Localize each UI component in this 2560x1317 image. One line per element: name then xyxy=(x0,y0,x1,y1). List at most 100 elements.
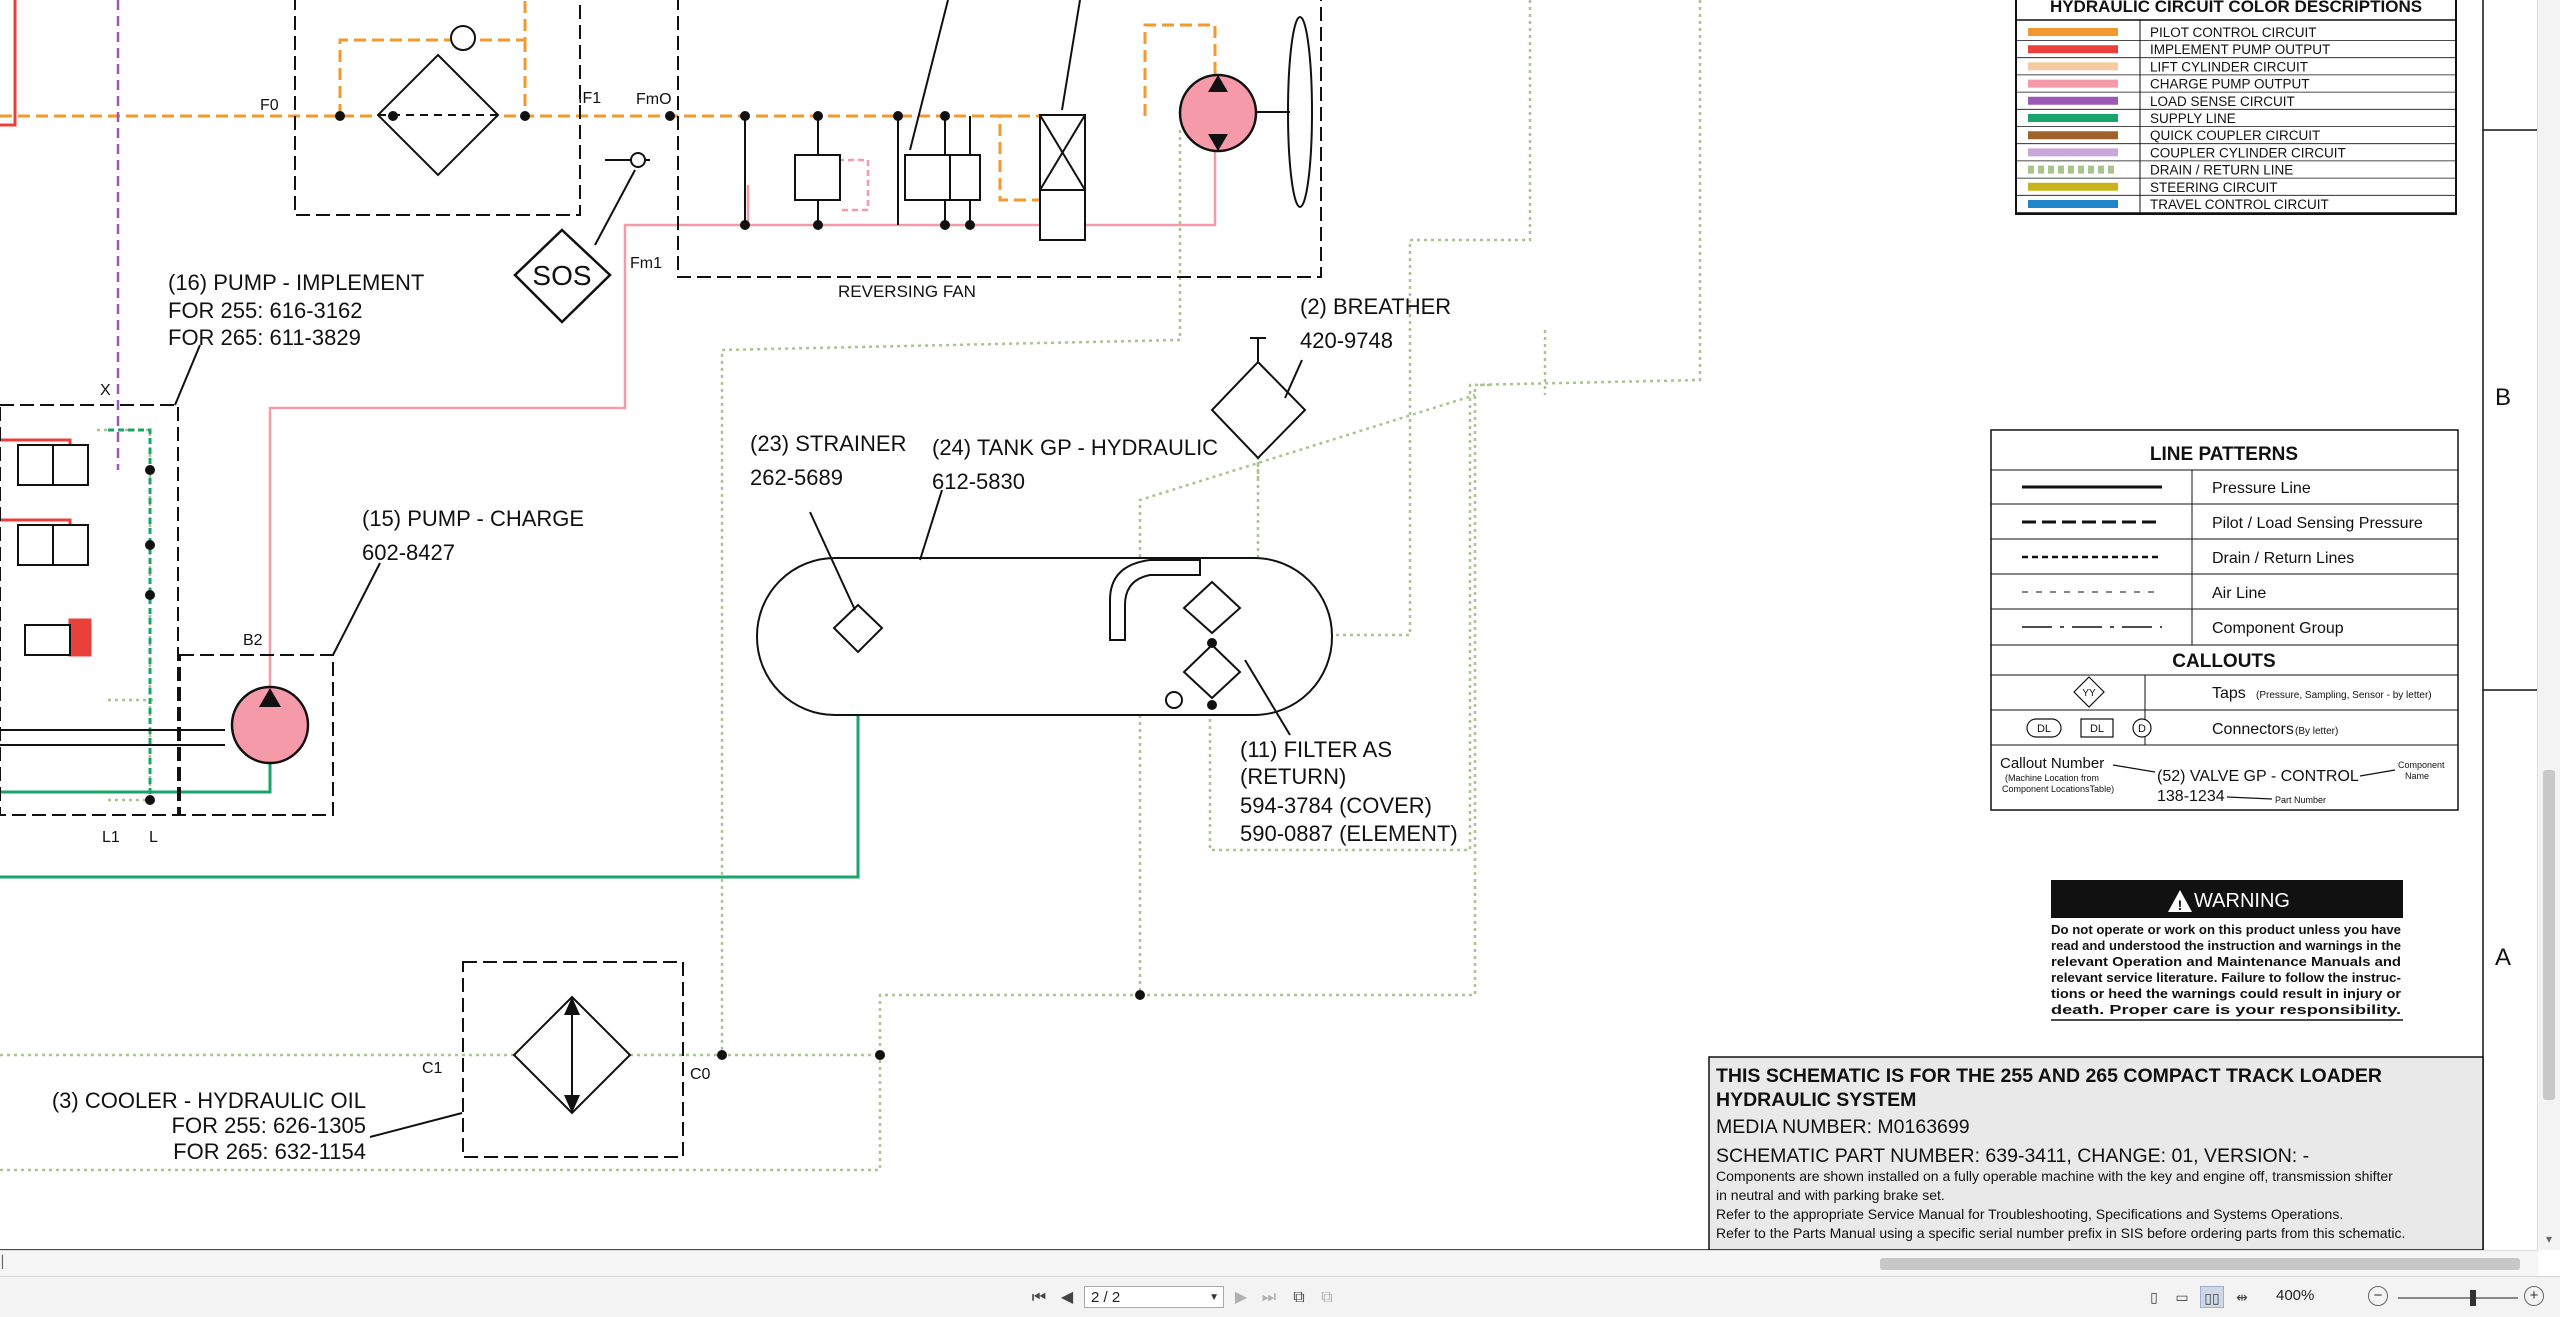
schematic-canvas[interactable]: SOS F0 IF1 FmO Fm1 X B2 L1 L C1 C0 REVER… xyxy=(0,0,2560,1276)
color-legend: HYDRAULIC CIRCUIT COLOR DESCRIPTIONS PIL… xyxy=(2015,0,2457,215)
status-toolbar: ⏮ ◀ 2 / 2 ▼ ▶ ⏭ ⧉ ⧉ ▯ ▭ ▯▯ ⇹ 400% − + xyxy=(0,1276,2560,1317)
vertical-scrollbar[interactable]: ▾ xyxy=(2537,0,2560,1250)
warning-line: relevant service literature. Failure to … xyxy=(2051,971,2401,985)
warning-line: death. Proper care is your responsibilit… xyxy=(2051,1003,2401,1017)
strainer-part: 262-5689 xyxy=(750,465,843,490)
fan-motor xyxy=(1178,16,1313,208)
callout-number-label: Callout Number xyxy=(2000,755,2104,772)
vertical-scroll-thumb[interactable] xyxy=(2543,770,2555,1100)
next-page-icon[interactable]: ▶ xyxy=(1230,1287,1252,1309)
legend-title: HYDRAULIC CIRCUIT COLOR DESCRIPTIONS xyxy=(2050,0,2422,16)
pilot-lines xyxy=(0,0,1217,202)
filter-title: (11) FILTER AS xyxy=(1240,737,1392,762)
scroll-down-arrow-icon[interactable]: ▾ xyxy=(2542,1232,2556,1246)
legend-item-label: PILOT CONTROL CIRCUIT xyxy=(2150,25,2317,40)
warning-box: ! WARNING Do not operate or work on this… xyxy=(2051,880,2403,1021)
port-c0: C0 xyxy=(690,1066,711,1083)
line-pattern-label: Drain / Return Lines xyxy=(2212,550,2354,567)
legend-item-label: LOAD SENSE CIRCUIT xyxy=(2150,94,2295,109)
zoom-slider-knob[interactable] xyxy=(2470,1290,2476,1306)
port-b2: B2 xyxy=(243,632,263,649)
title-block: THIS SCHEMATIC IS FOR THE 255 AND 265 CO… xyxy=(1708,1056,2484,1251)
callout-note-1: (Machine Location from xyxy=(2005,773,2099,783)
pump-charge-title: (15) PUMP - CHARGE xyxy=(362,506,584,531)
copy-view-icon[interactable]: ⧉ xyxy=(1288,1287,1310,1309)
page-number-input[interactable]: 2 / 2 ▼ xyxy=(1084,1286,1224,1308)
cooler-line2: FOR 265: 632-1154 xyxy=(173,1139,366,1164)
connector-symbol-1: DL xyxy=(2037,723,2051,735)
port-f0: F0 xyxy=(260,97,279,114)
filter-line3: 590-0887 (ELEMENT) xyxy=(1240,821,1458,846)
horizontal-scroll-thumb[interactable] xyxy=(1880,1258,2520,1270)
legend-item-label: LIFT CYLINDER CIRCUIT xyxy=(2150,59,2308,74)
scroll-left-arrow-icon[interactable]: ▏ xyxy=(2,1255,16,1273)
zoom-out-icon[interactable]: − xyxy=(2368,1286,2388,1306)
sos-label: SOS xyxy=(532,260,591,291)
horizontal-scrollbar[interactable]: ▏ xyxy=(0,1250,2538,1277)
warning-line: relevant Operation and Maintenance Manua… xyxy=(2051,955,2401,969)
hydraulic-schematic: SOS F0 IF1 FmO Fm1 X B2 L1 L C1 C0 REVER… xyxy=(0,0,2538,1276)
title-note: Refer to the appropriate Service Manual … xyxy=(1716,1206,2343,1222)
cooler-title: (3) COOLER - HYDRAULIC OIL xyxy=(52,1088,366,1113)
line-patterns-title: LINE PATTERNS xyxy=(2150,444,2298,465)
zoom-in-icon[interactable]: + xyxy=(2524,1286,2544,1306)
connectors-label: Connectors xyxy=(2212,721,2294,738)
warning-title: WARNING xyxy=(2194,890,2290,912)
paste-view-icon[interactable]: ⧉ xyxy=(1316,1287,1338,1309)
single-page-view-icon[interactable]: ▯ xyxy=(2142,1286,2166,1308)
leader-lines xyxy=(174,344,381,656)
first-page-icon[interactable]: ⏮ xyxy=(1028,1287,1050,1309)
port-c1: C1 xyxy=(422,1060,443,1077)
taps-label: Taps xyxy=(2212,685,2246,702)
line-pattern-label: Air Line xyxy=(2212,585,2266,602)
cooler-line1: FOR 255: 626-1305 xyxy=(172,1113,366,1138)
pump-implement-title: (16) PUMP - IMPLEMENT xyxy=(168,270,424,295)
oil-cooler xyxy=(369,995,632,1138)
legend-item-label: STEERING CIRCUIT xyxy=(2150,180,2278,195)
pump-implement-line1: FOR 255: 616-3162 xyxy=(168,298,362,323)
filter-line1: (RETURN) xyxy=(1240,764,1346,789)
pump-implement-line2: FOR 265: 611-3829 xyxy=(168,325,361,350)
warning-line: Do not operate or work on this product u… xyxy=(2051,923,2401,937)
port-if1: IF1 xyxy=(578,90,601,107)
taps-note: (Pressure, Sampling, Sensor - by letter) xyxy=(2256,690,2432,701)
hydraulic-tank xyxy=(756,489,1333,736)
pump-charge-part: 602-8427 xyxy=(362,540,455,565)
legend-item-label: CHARGE PUMP OUTPUT xyxy=(2150,77,2310,92)
supply-lines xyxy=(0,428,860,879)
title-note: in neutral and with parking brake set. xyxy=(1716,1187,1945,1203)
warning-line: read and understood the instruction and … xyxy=(2051,939,2401,953)
fit-width-icon[interactable]: ⇹ xyxy=(2230,1286,2254,1308)
zoom-slider[interactable] xyxy=(2398,1290,2518,1306)
charge-pump xyxy=(230,685,310,765)
prev-page-icon[interactable]: ◀ xyxy=(1056,1287,1078,1309)
port-l1: L1 xyxy=(102,829,120,846)
line-pattern-label: Component Group xyxy=(2212,620,2344,637)
filter-top xyxy=(376,25,500,177)
title-note: Components are shown installed on a full… xyxy=(1716,1168,2393,1184)
legend-item-label: QUICK COUPLER CIRCUIT xyxy=(2150,128,2320,143)
grid-row-b: B xyxy=(2495,384,2511,411)
legend-item-label: DRAIN / RETURN LINE xyxy=(2150,163,2293,178)
port-l: L xyxy=(149,829,158,846)
title-line-2: HYDRAULIC SYSTEM xyxy=(1716,1089,1916,1111)
component-name-2: Name xyxy=(2405,771,2429,781)
line-pattern-label: Pressure Line xyxy=(2212,480,2311,497)
callout-example: (52) VALVE GP - CONTROL xyxy=(2157,768,2359,785)
schematic-part-number: SCHEMATIC PART NUMBER: 639-3411, CHANGE:… xyxy=(1716,1145,2309,1167)
chevron-down-icon[interactable]: ▼ xyxy=(1209,1287,1219,1309)
continuous-view-icon[interactable]: ▭ xyxy=(2170,1286,2194,1308)
facing-view-icon[interactable]: ▯▯ xyxy=(2200,1286,2224,1308)
last-page-icon[interactable]: ⏭ xyxy=(1258,1287,1280,1309)
fan-valves xyxy=(794,114,1086,241)
grid-row-a: A xyxy=(2495,944,2511,971)
taps-symbol: YY xyxy=(2082,688,2096,699)
callout-note-2: Component LocationsTable) xyxy=(2002,784,2114,794)
legend-item-label: TRAVEL CONTROL CIRCUIT xyxy=(2150,197,2329,212)
warning-line: tions or heed the warnings could result … xyxy=(2051,987,2401,1001)
tank-part: 612-5830 xyxy=(932,469,1025,494)
svg-text:!: ! xyxy=(2178,897,2183,913)
breather-part: 420-9748 xyxy=(1300,328,1393,353)
title-line-1: THIS SCHEMATIC IS FOR THE 255 AND 265 CO… xyxy=(1716,1065,2382,1087)
connector-symbol-3: D xyxy=(2138,723,2146,735)
